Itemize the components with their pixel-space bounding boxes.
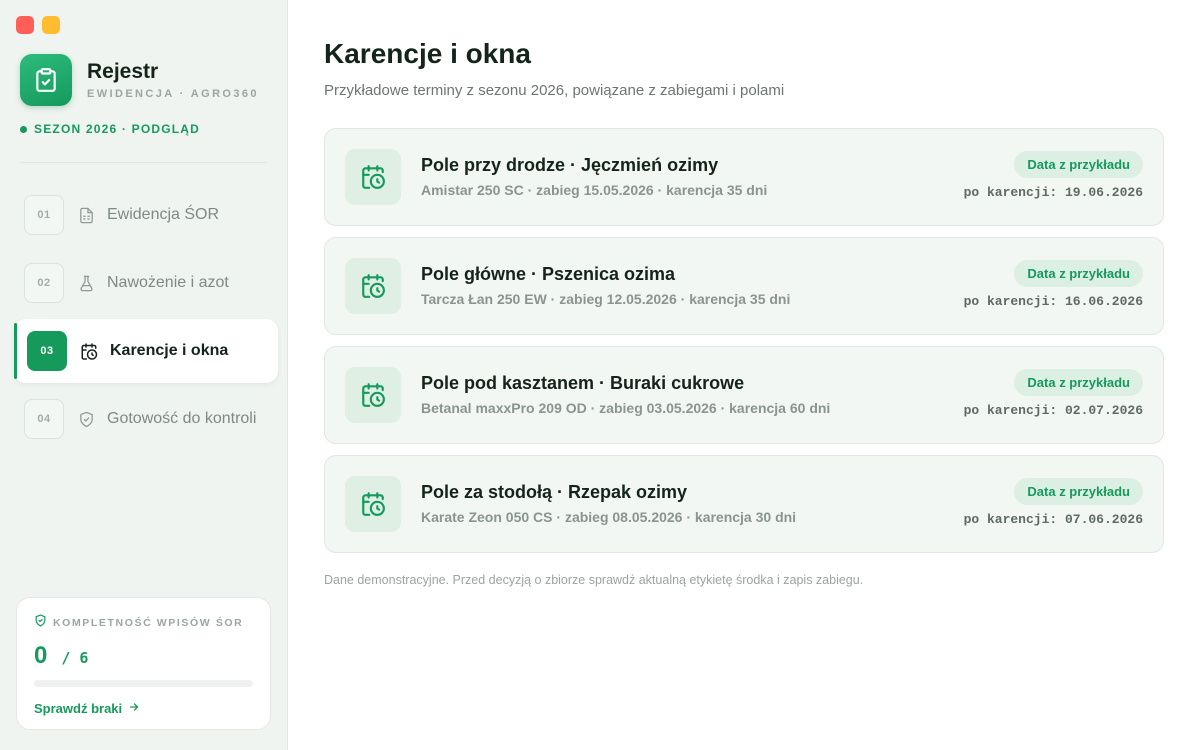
sidebar-nav: 01 Ewidencja ŚOR 02 Nawożenie i azot 03 … [14, 183, 278, 455]
calendar-clock-icon [80, 342, 98, 360]
flask-icon [77, 274, 95, 292]
arrow-right-icon [128, 701, 140, 716]
sidebar-item-label: Ewidencja ŚOR [107, 206, 220, 223]
status-badge: Data z przykładu [1014, 151, 1143, 178]
card-detail: Karate Zeon 050 CS · zabieg 08.05.2026 ·… [421, 509, 797, 525]
sidebar-item-label: Gotowość do kontroli [107, 410, 257, 427]
shield-check-icon [77, 410, 95, 428]
status-badge: Data z przykładu [1014, 260, 1143, 287]
nav-number: 04 [24, 399, 64, 439]
nav-number: 03 [27, 331, 67, 371]
check-gaps-label: Sprawdź braki [34, 701, 123, 716]
completeness-title: KOMPLETNOŚĆ WPISÓW ŚOR [53, 617, 244, 629]
card-title: Pole za stodołą · Rzepak ozimy [421, 482, 688, 502]
sidebar-item-gotowosc[interactable]: 04 Gotowość do kontroli [14, 387, 278, 451]
sidebar-divider [20, 162, 267, 163]
list-item[interactable]: Pole przy drodze · Jęczmień ozimy Amista… [324, 128, 1164, 226]
card-date: po karencji: 16.06.2026 [963, 294, 1143, 309]
completeness-count: 0 [34, 642, 48, 669]
season-indicator: SEZON 2026 · PODGLĄD [20, 122, 200, 136]
page-title: Karencje i okna [324, 38, 531, 69]
window-controls [16, 16, 60, 34]
sidebar-item-ewidencja-sor[interactable]: 01 Ewidencja ŚOR [14, 183, 278, 247]
card-detail: Betanal maxxPro 209 OD · zabieg 03.05.20… [421, 400, 831, 416]
sidebar-item-label: Nawożenie i azot [107, 274, 229, 291]
card-date: po karencji: 19.06.2026 [963, 185, 1143, 200]
completeness-total: 6 [79, 649, 89, 667]
status-badge: Data z przykładu [1014, 478, 1143, 505]
card-title: Pole przy drodze · Jęczmień ozimy [421, 155, 719, 175]
card-title: Pole pod kasztanem · Buraki cukrowe [421, 373, 745, 393]
list-item[interactable]: Pole pod kasztanem · Buraki cukrowe Beta… [324, 346, 1164, 444]
completeness-card: KOMPLETNOŚĆ WPISÓW ŚOR 0 / 6 Sprawdź bra… [16, 597, 271, 730]
shield-check-icon [34, 614, 47, 632]
list-item[interactable]: Pole główne · Pszenica ozima Tarcza Łan … [324, 237, 1164, 335]
completeness-value: 0 / 6 [34, 642, 253, 670]
calendar-clock-icon [345, 367, 401, 423]
sidebar-item-nawozenie[interactable]: 02 Nawożenie i azot [14, 251, 278, 315]
calendar-clock-icon [345, 258, 401, 314]
window-minimize-button[interactable] [42, 16, 60, 34]
card-title: Pole główne · Pszenica ozima [421, 264, 676, 284]
completeness-progress-bar [34, 680, 253, 687]
app-subtitle: EWIDENCJA · AGRO360 [87, 88, 259, 100]
check-gaps-link[interactable]: Sprawdź braki [34, 701, 253, 716]
sidebar-item-label: Karencje i okna [110, 342, 229, 359]
card-date: po karencji: 02.07.2026 [963, 403, 1143, 418]
nav-number: 01 [24, 195, 64, 235]
app-name: Rejestr [87, 60, 159, 83]
clipboard-check-icon [20, 54, 72, 106]
card-date: po karencji: 07.06.2026 [963, 512, 1143, 527]
sidebar-item-karencje[interactable]: 03 Karencje i okna [14, 319, 278, 383]
calendar-clock-icon [345, 476, 401, 532]
list-item[interactable]: Pole za stodołą · Rzepak ozimy Karate Ze… [324, 455, 1164, 553]
brand: Rejestr EWIDENCJA · AGRO360 [20, 54, 259, 106]
card-detail: Amistar 250 SC · zabieg 15.05.2026 · kar… [421, 182, 768, 198]
calendar-clock-icon [345, 149, 401, 205]
card-detail: Tarcza Łan 250 EW · zabieg 12.05.2026 · … [421, 291, 791, 307]
completeness-separator: / [61, 649, 71, 667]
window-close-button[interactable] [16, 16, 34, 34]
withdrawal-list: Pole przy drodze · Jęczmień ozimy Amista… [324, 128, 1164, 564]
footnote: Dane demonstracyjne. Przed decyzją o zbi… [324, 573, 864, 587]
season-label: SEZON 2026 · PODGLĄD [34, 122, 201, 136]
status-dot [20, 125, 27, 133]
status-badge: Data z przykładu [1014, 369, 1143, 396]
sidebar: Rejestr EWIDENCJA · AGRO360 SEZON 2026 ·… [0, 0, 288, 750]
nav-number: 02 [24, 263, 64, 303]
page-subtitle: Przykładowe terminy z sezonu 2026, powią… [324, 82, 785, 99]
document-icon [77, 206, 95, 224]
